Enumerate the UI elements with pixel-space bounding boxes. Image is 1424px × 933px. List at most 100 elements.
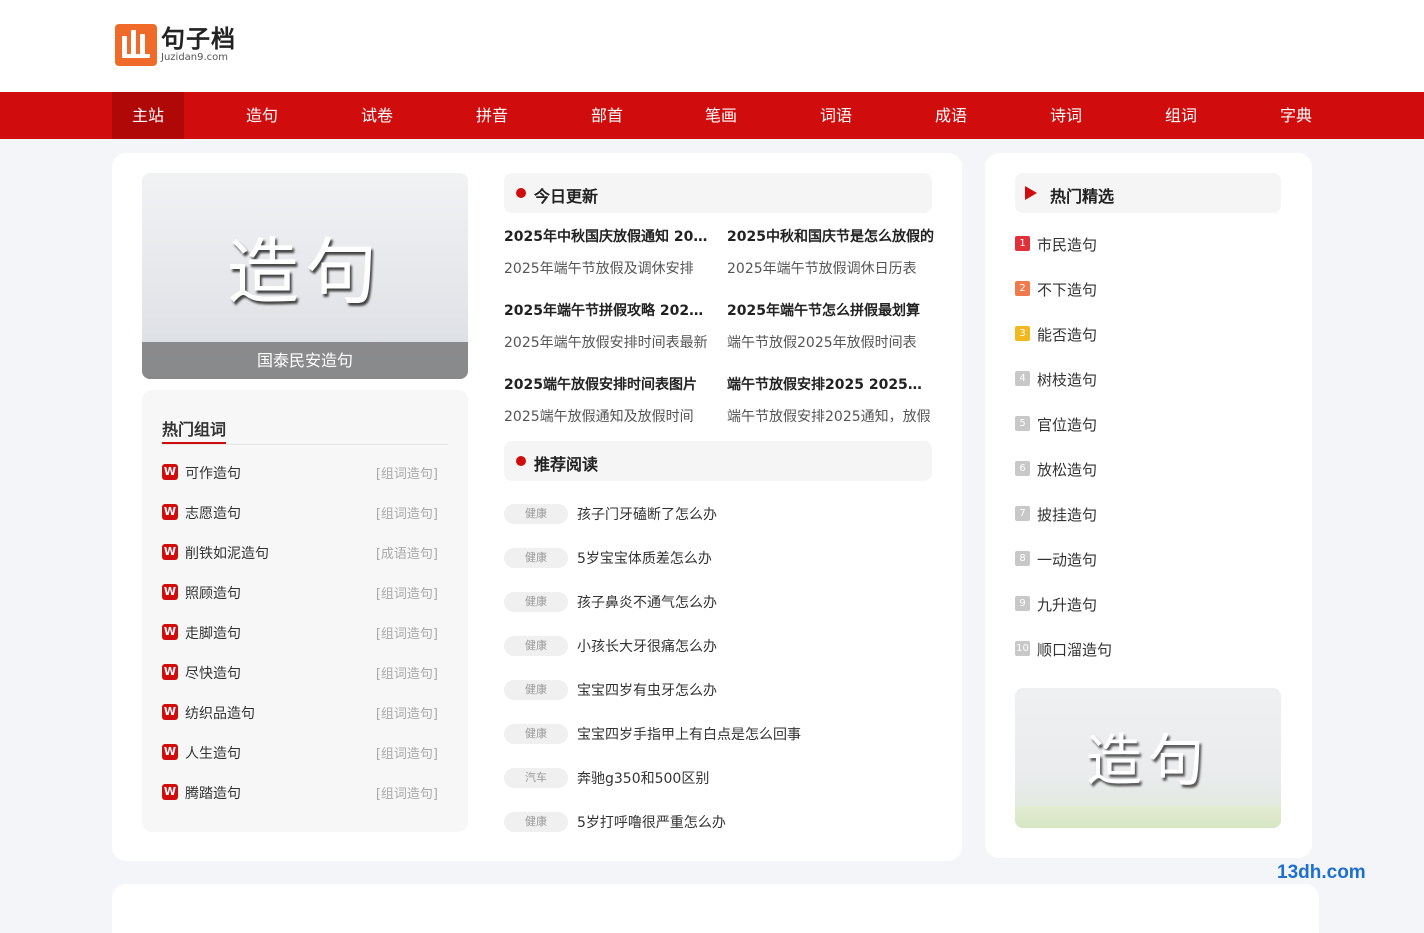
rank-item[interactable]: 4 树枝造句 <box>1015 368 1281 390</box>
list-item[interactable]: W 可作造句 [组词造句] <box>162 462 438 482</box>
word-link[interactable]: 照顾造句 <box>185 583 241 603</box>
article-link[interactable]: 奔驰g350和500区别 <box>577 768 709 788</box>
rank-link[interactable]: 九升造句 <box>1037 594 1097 615</box>
category-tag[interactable]: 汽车 <box>504 768 568 788</box>
dot-icon <box>516 188 526 198</box>
article-link[interactable]: 宝宝四岁有虫牙怎么办 <box>577 680 717 700</box>
nav-item-home[interactable]: 主站 <box>112 92 184 139</box>
nav-item-stroke[interactable]: 笔画 <box>685 92 757 139</box>
w-icon: W <box>162 584 178 600</box>
rank-item[interactable]: 1 市民造句 <box>1015 233 1281 255</box>
right-banner[interactable]: 造句 <box>1015 688 1281 828</box>
rank-link[interactable]: 能否造句 <box>1037 324 1097 345</box>
rank-link[interactable]: 市民造句 <box>1037 234 1097 255</box>
left-banner[interactable]: 造句 国泰民安造句 <box>142 173 468 379</box>
nav-item-words[interactable]: 词语 <box>800 92 872 139</box>
rank-item[interactable]: 7 披挂造句 <box>1015 503 1281 525</box>
update-desc[interactable]: 端午节放假安排2025通知，放假 <box>727 406 935 426</box>
update-desc[interactable]: 2025端午放假通知及放假时间 <box>504 406 712 426</box>
rank-link[interactable]: 官位造句 <box>1037 414 1097 435</box>
update-title-link[interactable]: 2025端午放假安排时间表图片 <box>504 374 712 394</box>
article-link[interactable]: 孩子门牙磕断了怎么办 <box>577 504 717 524</box>
update-desc[interactable]: 2025年端午节放假调休日历表 <box>727 258 935 278</box>
word-tag: [成语造句] <box>375 547 438 562</box>
list-item[interactable]: W 腾踏造句 [组词造句] <box>162 782 438 802</box>
category-tag[interactable]: 健康 <box>504 548 568 568</box>
rank-link[interactable]: 顺口溜造句 <box>1037 639 1112 660</box>
category-tag[interactable]: 健康 <box>504 724 568 744</box>
banner-caption[interactable]: 国泰民安造句 <box>142 342 468 379</box>
rank-item[interactable]: 5 官位造句 <box>1015 413 1281 435</box>
list-item[interactable]: 健康 5岁宝宝体质差怎么办 <box>504 547 924 569</box>
list-item[interactable]: 健康 5岁打呼噜很严重怎么办 <box>504 811 924 833</box>
w-icon: W <box>162 544 178 560</box>
list-item[interactable]: W 削铁如泥造句 [成语造句] <box>162 542 438 562</box>
category-tag[interactable]: 健康 <box>504 680 568 700</box>
list-item[interactable]: 健康 宝宝四岁有虫牙怎么办 <box>504 679 924 701</box>
rank-item[interactable]: 3 能否造句 <box>1015 323 1281 345</box>
rank-link[interactable]: 放松造句 <box>1037 459 1097 480</box>
category-tag[interactable]: 健康 <box>504 504 568 524</box>
update-title-link[interactable]: 2025中秋和国庆节是怎么放假的 <box>727 226 935 246</box>
nav-item-exam[interactable]: 试卷 <box>341 92 413 139</box>
update-title-link[interactable]: 2025年端午节怎么拼假最划算 <box>727 300 935 320</box>
article-link[interactable]: 小孩长大牙很痛怎么办 <box>577 636 717 656</box>
w-icon: W <box>162 664 178 680</box>
update-desc[interactable]: 端午节放假2025年放假时间表 <box>727 332 935 352</box>
rank-item[interactable]: 2 不下造句 <box>1015 278 1281 300</box>
word-link[interactable]: 志愿造句 <box>185 503 241 523</box>
article-link[interactable]: 5岁打呼噜很严重怎么办 <box>577 812 726 832</box>
list-item[interactable]: 健康 小孩长大牙很痛怎么办 <box>504 635 924 657</box>
nav-item-compound[interactable]: 组词 <box>1145 92 1217 139</box>
word-link[interactable]: 可作造句 <box>185 463 241 483</box>
list-item[interactable]: W 志愿造句 [组词造句] <box>162 502 438 522</box>
site-logo[interactable]: 句子档 Juzidan9.com <box>115 24 236 66</box>
word-link[interactable]: 纺织品造句 <box>185 703 255 723</box>
list-item[interactable]: 健康 孩子鼻炎不通气怎么办 <box>504 591 924 613</box>
rank-link[interactable]: 不下造句 <box>1037 279 1097 300</box>
rank-badge: 1 <box>1015 236 1030 251</box>
article-link[interactable]: 5岁宝宝体质差怎么办 <box>577 548 712 568</box>
list-item[interactable]: 健康 孩子门牙磕断了怎么办 <box>504 503 924 525</box>
rank-badge: 9 <box>1015 596 1030 611</box>
list-item[interactable]: 健康 宝宝四岁手指甲上有白点是怎么回事 <box>504 723 924 745</box>
rank-item[interactable]: 10 顺口溜造句 <box>1015 638 1281 660</box>
word-link[interactable]: 腾踏造句 <box>185 783 241 803</box>
main-nav: 主站 造句 试卷 拼音 部首 笔画 词语 成语 诗词 组词 字典 <box>0 92 1424 139</box>
update-desc[interactable]: 2025年端午节放假及调休安排 <box>504 258 712 278</box>
word-tag: [组词造句] <box>375 587 438 602</box>
word-link[interactable]: 削铁如泥造句 <box>185 543 269 563</box>
category-tag[interactable]: 健康 <box>504 636 568 656</box>
rank-link[interactable]: 树枝造句 <box>1037 369 1097 390</box>
rank-link[interactable]: 一动造句 <box>1037 549 1097 570</box>
list-item[interactable]: W 人生造句 [组词造句] <box>162 742 438 762</box>
nav-item-radical[interactable]: 部首 <box>571 92 643 139</box>
list-item[interactable]: W 照顾造句 [组词造句] <box>162 582 438 602</box>
article-link[interactable]: 宝宝四岁手指甲上有白点是怎么回事 <box>577 724 801 744</box>
article-link[interactable]: 孩子鼻炎不通气怎么办 <box>577 592 717 612</box>
list-item[interactable]: W 走脚造句 [组词造句] <box>162 622 438 642</box>
category-tag[interactable]: 健康 <box>504 592 568 612</box>
category-tag[interactable]: 健康 <box>504 812 568 832</box>
update-title-link[interactable]: 2025年中秋国庆放假通知 2025年中秋国庆放假安排 <box>504 226 712 246</box>
list-item[interactable]: W 尽快造句 [组词造句] <box>162 662 438 682</box>
title-underline <box>162 442 226 444</box>
list-item[interactable]: W 纺织品造句 [组词造句] <box>162 702 438 722</box>
nav-item-pinyin[interactable]: 拼音 <box>456 92 528 139</box>
word-link[interactable]: 人生造句 <box>185 743 241 763</box>
update-title-link[interactable]: 端午节放假安排2025 2025端午节放假 <box>727 374 935 394</box>
word-link[interactable]: 尽快造句 <box>185 663 241 683</box>
nav-item-poetry[interactable]: 诗词 <box>1030 92 1102 139</box>
rank-item[interactable]: 9 九升造句 <box>1015 593 1281 615</box>
nav-item-dictionary[interactable]: 字典 <box>1260 92 1332 139</box>
update-desc[interactable]: 2025年端午放假安排时间表最新 <box>504 332 712 352</box>
hot-words-panel: 热门组词 W 可作造句 [组词造句] W 志愿造句 [组词造句] W 削铁如泥造… <box>142 390 468 832</box>
update-title-link[interactable]: 2025年端午节拼假攻略 2025年端午节拼假 <box>504 300 712 320</box>
word-link[interactable]: 走脚造句 <box>185 623 241 643</box>
rank-item[interactable]: 8 一动造句 <box>1015 548 1281 570</box>
nav-item-sentence[interactable]: 造句 <box>226 92 298 139</box>
rank-item[interactable]: 6 放松造句 <box>1015 458 1281 480</box>
list-item[interactable]: 汽车 奔驰g350和500区别 <box>504 767 924 789</box>
nav-item-idiom[interactable]: 成语 <box>915 92 987 139</box>
rank-link[interactable]: 披挂造句 <box>1037 504 1097 525</box>
